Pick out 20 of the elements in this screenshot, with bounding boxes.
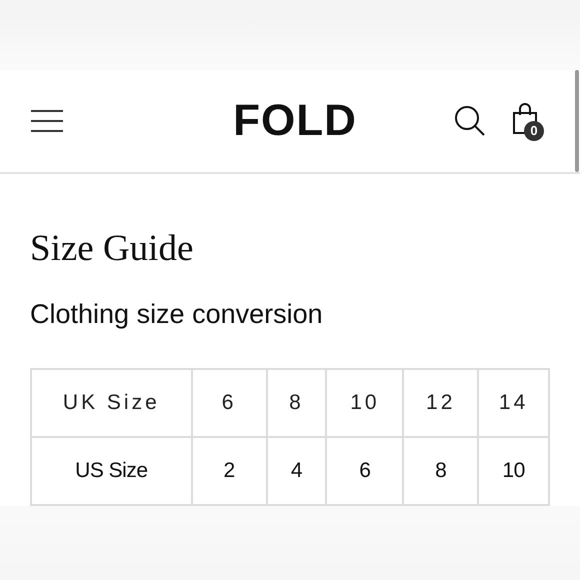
table-cell: 6: [192, 370, 268, 436]
table-cell: 6: [327, 438, 404, 504]
table-cell: 4: [268, 438, 328, 504]
menu-icon[interactable]: [30, 109, 64, 133]
cart-count-badge: 0: [524, 121, 544, 141]
page-title: Size Guide: [30, 230, 194, 267]
table-cell: 2: [192, 438, 268, 504]
table-cell: 14: [479, 370, 550, 436]
logo[interactable]: FOLD: [233, 99, 357, 143]
section-subtitle: Clothing size conversion: [30, 301, 324, 328]
scrollbar[interactable]: [575, 70, 579, 172]
search-icon[interactable]: [454, 105, 486, 137]
table-cell: 10: [327, 370, 404, 436]
table-cell: 8: [268, 370, 328, 436]
table-cell: US Size: [32, 438, 193, 504]
table-cell: UK Size: [32, 370, 193, 436]
table-cell: 8: [404, 438, 480, 504]
shopping-bag-icon[interactable]: [512, 103, 538, 135]
table-cell: 10: [479, 438, 550, 504]
table-cell: 12: [404, 370, 480, 436]
